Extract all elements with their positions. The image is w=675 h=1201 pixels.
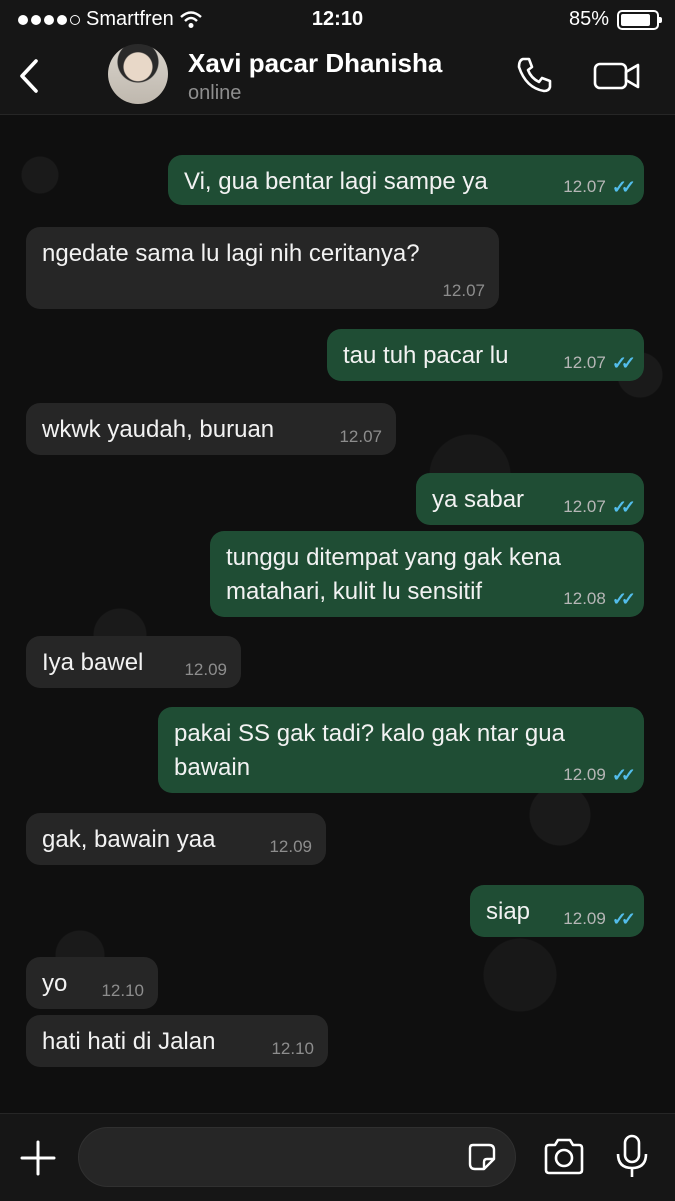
message-text: ngedate sama lu lagi nih ceritanya? bbox=[42, 240, 420, 267]
message-text: Vi, gua bentar lagi sampe ya bbox=[184, 168, 488, 195]
camera-icon[interactable] bbox=[542, 1136, 586, 1178]
message-meta: 12.09 ✓✓ bbox=[563, 765, 636, 785]
message-time: 12.07 bbox=[563, 353, 606, 372]
back-chevron-icon[interactable] bbox=[14, 56, 44, 96]
incoming-message[interactable]: yo 12.10 bbox=[26, 957, 158, 1009]
chat-header: Xavi pacar Dhanisha online bbox=[0, 38, 675, 115]
message-text: gak, bawain yaa bbox=[42, 826, 216, 853]
message-meta: 12.07 ✓✓ bbox=[563, 497, 636, 517]
battery-fill bbox=[621, 13, 650, 26]
outgoing-message[interactable]: Vi, gua bentar lagi sampe ya 12.07 ✓✓ bbox=[168, 155, 644, 205]
battery-icon bbox=[617, 9, 662, 30]
outgoing-message[interactable]: tau tuh pacar lu 12.07 ✓✓ bbox=[327, 329, 644, 381]
contact-status: online bbox=[188, 82, 242, 104]
contact-name[interactable]: Xavi pacar Dhanisha bbox=[188, 48, 442, 79]
incoming-message[interactable]: Iya bawel 12.09 bbox=[26, 636, 241, 688]
message-meta: 12.09 bbox=[184, 660, 227, 680]
message-time: 12.10 bbox=[101, 981, 144, 1000]
read-receipt-icon: ✓✓ bbox=[611, 765, 636, 785]
outgoing-message[interactable]: tunggu ditempat yang gak kena matahari, … bbox=[210, 531, 644, 617]
message-input[interactable] bbox=[78, 1127, 516, 1187]
message-text: pakai SS gak tadi? kalo gak ntar gua baw… bbox=[174, 720, 565, 781]
message-time: 12.07 bbox=[563, 497, 606, 516]
video-camera-icon[interactable] bbox=[592, 56, 642, 96]
read-receipt-icon: ✓✓ bbox=[611, 177, 636, 197]
battery-percent: 85% bbox=[568, 8, 609, 30]
message-meta: 12.10 bbox=[271, 1039, 314, 1059]
status-bar: Smartfren 12:10 85% bbox=[0, 0, 675, 38]
message-meta: 12.08 ✓✓ bbox=[563, 589, 636, 609]
read-receipt-icon: ✓✓ bbox=[611, 497, 636, 517]
phone-icon[interactable] bbox=[514, 54, 556, 96]
message-text: wkwk yaudah, buruan bbox=[42, 416, 275, 443]
message-meta: 12.07 bbox=[339, 427, 382, 447]
message-meta: 12.07 bbox=[442, 281, 485, 301]
message-text: ya sabar bbox=[432, 486, 525, 513]
message-time: 12.09 bbox=[563, 765, 606, 784]
message-time: 12.07 bbox=[563, 177, 606, 196]
read-receipt-icon: ✓✓ bbox=[611, 589, 636, 609]
message-time: 12.07 bbox=[442, 281, 485, 300]
outgoing-message[interactable]: pakai SS gak tadi? kalo gak ntar gua baw… bbox=[158, 707, 644, 793]
message-text: hati hati di Jalan bbox=[42, 1028, 216, 1055]
microphone-icon[interactable] bbox=[614, 1134, 650, 1180]
message-time: 12.09 bbox=[184, 660, 227, 679]
contact-avatar[interactable] bbox=[108, 44, 168, 104]
message-text: tau tuh pacar lu bbox=[343, 342, 509, 369]
message-text: yo bbox=[42, 970, 68, 997]
incoming-message[interactable]: hati hati di Jalan 12.10 bbox=[26, 1015, 328, 1067]
outgoing-message[interactable]: ya sabar 12.07 ✓✓ bbox=[416, 473, 644, 525]
sticker-icon[interactable] bbox=[467, 1142, 497, 1172]
message-text: Iya bawel bbox=[42, 649, 144, 676]
message-meta: 12.07 ✓✓ bbox=[563, 177, 636, 197]
incoming-message[interactable]: ngedate sama lu lagi nih ceritanya? 12.0… bbox=[26, 227, 499, 309]
message-time: 12.07 bbox=[339, 427, 382, 446]
message-time: 12.10 bbox=[271, 1039, 314, 1058]
message-meta: 12.10 bbox=[101, 981, 144, 1001]
message-time: 12.09 bbox=[563, 909, 606, 928]
outgoing-message[interactable]: siap 12.09 ✓✓ bbox=[470, 885, 644, 937]
message-list[interactable]: Vi, gua bentar lagi sampe ya 12.07 ✓✓ ng… bbox=[0, 115, 675, 1113]
message-meta: 12.07 ✓✓ bbox=[563, 353, 636, 373]
message-meta: 12.09 ✓✓ bbox=[563, 909, 636, 929]
incoming-message[interactable]: gak, bawain yaa 12.09 bbox=[26, 813, 326, 865]
message-time: 12.09 bbox=[269, 837, 312, 856]
status-right: 85% bbox=[568, 8, 662, 31]
message-text: tunggu ditempat yang gak kena matahari, … bbox=[226, 544, 561, 605]
message-text: siap bbox=[486, 898, 531, 925]
read-receipt-icon: ✓✓ bbox=[611, 353, 636, 373]
message-time: 12.08 bbox=[563, 589, 606, 608]
plus-icon[interactable] bbox=[18, 1138, 58, 1178]
message-meta: 12.09 bbox=[269, 837, 312, 857]
incoming-message[interactable]: wkwk yaudah, buruan 12.07 bbox=[26, 403, 396, 455]
composer-bar bbox=[0, 1113, 675, 1201]
read-receipt-icon: ✓✓ bbox=[611, 909, 636, 929]
